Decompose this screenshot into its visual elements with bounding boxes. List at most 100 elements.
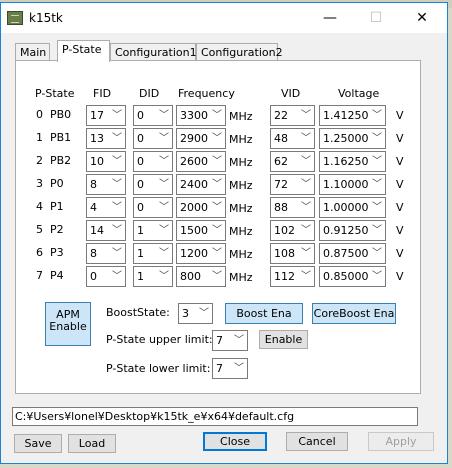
chevron-down-icon: ﹀	[372, 202, 382, 213]
header-fid: FID	[93, 87, 112, 100]
did-select[interactable]: 0 ﹀	[133, 128, 173, 149]
mhz-unit: MHz	[229, 156, 253, 169]
coreboost-ena-button[interactable]: CoreBoost Ena	[312, 303, 396, 324]
fid-select[interactable]: 8 ﹀	[86, 243, 126, 264]
vid-value: 88	[274, 201, 288, 214]
p-state-number: 1	[36, 131, 43, 144]
voltage-select[interactable]: 0.87500 ﹀	[319, 243, 386, 264]
voltage-select[interactable]: 1.10000 ﹀	[319, 174, 386, 195]
load-button[interactable]: Load	[68, 434, 116, 453]
voltage-select[interactable]: 1.41250 ﹀	[319, 105, 386, 126]
vid-select[interactable]: 112 ﹀	[270, 266, 315, 287]
p-state-name: P0	[50, 177, 64, 190]
fid-value: 4	[90, 201, 97, 214]
chevron-down-icon: ﹀	[301, 179, 311, 190]
apm-enable-button[interactable]: APM Enable	[45, 302, 91, 346]
fid-select[interactable]: 4 ﹀	[86, 197, 126, 218]
did-select[interactable]: 1 ﹀	[133, 220, 173, 241]
fid-value: 10	[90, 155, 104, 168]
vid-select[interactable]: 88 ﹀	[270, 197, 315, 218]
did-select[interactable]: 0 ﹀	[133, 174, 173, 195]
volt-unit: V	[396, 270, 404, 283]
frequency-select[interactable]: 3300 ﹀	[176, 105, 226, 126]
did-value: 1	[137, 270, 144, 283]
voltage-value: 1.10000	[323, 178, 369, 191]
chevron-down-icon: ﹀	[212, 156, 222, 167]
vid-select[interactable]: 72 ﹀	[270, 174, 315, 195]
lower-limit-label: P-State lower limit:	[106, 362, 211, 375]
fid-select[interactable]: 8 ﹀	[86, 174, 126, 195]
voltage-select[interactable]: 1.00000 ﹀	[319, 197, 386, 218]
close-window-button[interactable]: ✕	[399, 3, 445, 33]
vid-value: 22	[274, 109, 288, 122]
fid-select[interactable]: 17 ﹀	[86, 105, 126, 126]
frequency-value: 2900	[180, 132, 208, 145]
config-path-field[interactable]: C:¥Users¥lonel¥Desktop¥k15tk_e¥x64¥defau…	[12, 407, 418, 426]
p-state-number: 3	[36, 177, 43, 190]
chevron-down-icon: ﹀	[159, 202, 169, 213]
upper-limit-select[interactable]: 7 ﹀	[212, 330, 248, 351]
chevron-down-icon: ﹀	[112, 225, 122, 236]
tab-configuration1[interactable]: Configuration1	[110, 43, 197, 61]
chevron-down-icon: ﹀	[372, 248, 382, 259]
voltage-select[interactable]: 1.25000 ﹀	[319, 128, 386, 149]
vid-select[interactable]: 62 ﹀	[270, 151, 315, 172]
fid-value: 14	[90, 224, 104, 237]
boost-ena-button[interactable]: Boost Ena	[225, 303, 303, 324]
fid-select[interactable]: 0 ﹀	[86, 266, 126, 287]
cancel-button[interactable]: Cancel	[286, 432, 348, 451]
frequency-select[interactable]: 2900 ﹀	[176, 128, 226, 149]
mhz-unit: MHz	[229, 271, 253, 284]
did-select[interactable]: 1 ﹀	[133, 266, 173, 287]
save-button[interactable]: Save	[14, 434, 62, 453]
frequency-value: 800	[180, 270, 201, 283]
chevron-down-icon: ﹀	[212, 248, 222, 259]
volt-unit: V	[396, 132, 404, 145]
frequency-select[interactable]: 2400 ﹀	[176, 174, 226, 195]
apply-button[interactable]: Apply	[368, 432, 434, 451]
frequency-select[interactable]: 1500 ﹀	[176, 220, 226, 241]
did-value: 1	[137, 247, 144, 260]
fid-select[interactable]: 14 ﹀	[86, 220, 126, 241]
tab-configuration2[interactable]: Configuration2	[196, 43, 283, 61]
fid-select[interactable]: 10 ﹀	[86, 151, 126, 172]
did-value: 0	[137, 201, 144, 214]
fid-select[interactable]: 13 ﹀	[86, 128, 126, 149]
vid-select[interactable]: 48 ﹀	[270, 128, 315, 149]
app-icon	[7, 11, 23, 25]
chevron-down-icon: ﹀	[234, 363, 244, 374]
did-select[interactable]: 0 ﹀	[133, 151, 173, 172]
chevron-down-icon: ﹀	[112, 133, 122, 144]
did-select[interactable]: 1 ﹀	[133, 243, 173, 264]
vid-select[interactable]: 102 ﹀	[270, 220, 315, 241]
did-value: 0	[137, 178, 144, 191]
voltage-select[interactable]: 0.91250 ﹀	[319, 220, 386, 241]
frequency-select[interactable]: 2600 ﹀	[176, 151, 226, 172]
maximize-button[interactable]: ☐	[353, 3, 399, 33]
boost-state-select[interactable]: 3 ﹀	[178, 303, 213, 324]
frequency-select[interactable]: 1200 ﹀	[176, 243, 226, 264]
did-select[interactable]: 0 ﹀	[133, 197, 173, 218]
vid-select[interactable]: 108 ﹀	[270, 243, 315, 264]
frequency-select[interactable]: 800 ﹀	[176, 266, 226, 287]
vid-value: 72	[274, 178, 288, 191]
vid-select[interactable]: 22 ﹀	[270, 105, 315, 126]
frequency-select[interactable]: 2000 ﹀	[176, 197, 226, 218]
vid-value: 102	[274, 224, 295, 237]
lower-limit-select[interactable]: 7 ﹀	[212, 358, 248, 379]
did-select[interactable]: 0 ﹀	[133, 105, 173, 126]
tab-main[interactable]: Main	[15, 43, 50, 61]
chevron-down-icon: ﹀	[212, 179, 222, 190]
enable-button[interactable]: Enable	[259, 330, 308, 349]
did-value: 0	[137, 132, 144, 145]
tab-p-state[interactable]: P-State	[57, 40, 110, 62]
close-button[interactable]: Close	[203, 432, 267, 451]
voltage-select[interactable]: 0.85000 ﹀	[319, 266, 386, 287]
minimize-button[interactable]: —	[307, 3, 353, 33]
header-frequency: Frequency	[178, 87, 235, 100]
frequency-value: 1200	[180, 247, 208, 260]
voltage-value: 1.25000	[323, 132, 369, 145]
did-value: 1	[137, 224, 144, 237]
voltage-select[interactable]: 1.16250 ﹀	[319, 151, 386, 172]
chevron-down-icon: ﹀	[112, 156, 122, 167]
